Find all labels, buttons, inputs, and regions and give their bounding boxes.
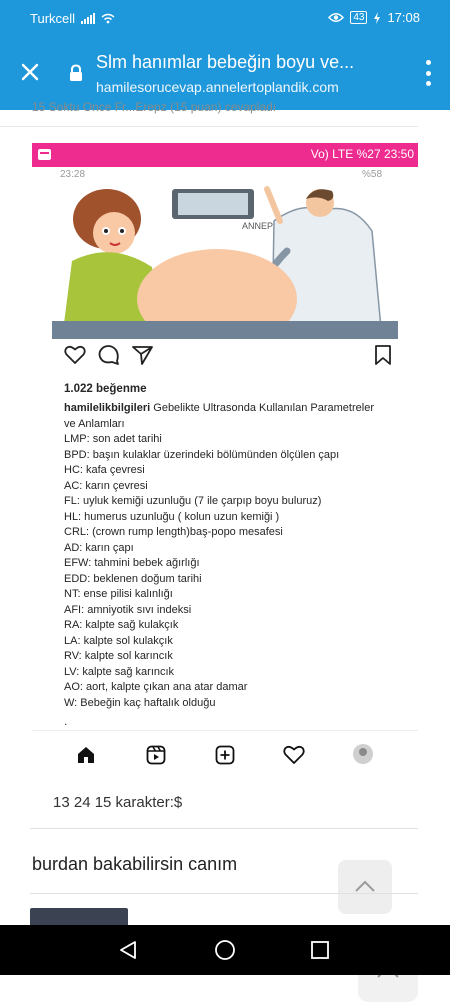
divider bbox=[30, 893, 418, 894]
caption-line: NT: ense pilisi kalınlığı bbox=[64, 588, 173, 600]
caption-line: LV: kalpte sağ karıncık bbox=[64, 665, 175, 678]
charging-icon bbox=[374, 11, 381, 24]
caption-line: LA: kalpte sol kulakçık bbox=[64, 634, 173, 647]
signal-icon bbox=[81, 13, 96, 24]
caption-line: AFI: amniyotik sıvı indeksi bbox=[64, 603, 192, 616]
instagram-bottom-nav bbox=[32, 730, 418, 779]
embedded-network: Vo) LTE bbox=[310, 147, 354, 161]
status-right: 43 17:08 bbox=[328, 10, 420, 25]
embedded-status-info: Vo) LTE %27 23:50 bbox=[311, 147, 414, 161]
caption-line: RV: kalpte sol karıncık bbox=[64, 650, 173, 662]
caption-line: LMP: son adet tarihi bbox=[64, 433, 162, 445]
comment-icon[interactable] bbox=[98, 345, 120, 365]
caption-line: FL: uyluk kemiği uzunluğu (7 ile çarpıp … bbox=[64, 495, 322, 507]
post-actions bbox=[62, 345, 392, 369]
home-circle-icon[interactable] bbox=[214, 939, 236, 961]
caption-first-line: hamilelikbilgileri Gebelikte Ultrasonda … bbox=[64, 401, 394, 417]
post-caption: hamilelikbilgileri Gebelikte Ultrasonda … bbox=[64, 401, 394, 711]
post-username: hamilelikbilgileri bbox=[64, 402, 151, 414]
page-url[interactable]: hamilesorucevap.annelertoplandik.com bbox=[96, 79, 339, 95]
reels-icon[interactable] bbox=[146, 745, 166, 765]
lock-icon bbox=[70, 64, 82, 81]
caption-line: ve Anlamları bbox=[64, 417, 125, 430]
bookmark-icon[interactable] bbox=[374, 345, 392, 365]
answer-text: burdan bakabilirsin canım bbox=[32, 854, 238, 874]
answer-text-chars: 13 24 15 karakter:$ bbox=[53, 794, 183, 811]
battery-indicator: 43 bbox=[350, 11, 368, 24]
share-icon[interactable] bbox=[132, 345, 154, 365]
chevron-up-icon bbox=[355, 880, 375, 892]
caption-line: BPD: başın kulaklar üzerindeki bölümünde… bbox=[64, 448, 340, 461]
caption-line: HL: humerus uzunluğu ( kolun uzun kemiği… bbox=[64, 510, 280, 523]
next-answer-avatar bbox=[30, 908, 128, 925]
caption-line: RA: kalpte sağ kulakçık bbox=[64, 619, 179, 631]
clock: 17:08 bbox=[387, 10, 420, 25]
caption-line: AO: aort, kalpte çıkan ana atar damar bbox=[64, 681, 248, 693]
embedded-time: 23:50 bbox=[383, 147, 414, 161]
home-icon[interactable] bbox=[76, 745, 96, 765]
embedded-battery: %27 bbox=[356, 147, 381, 161]
caption-line: HC: kafa çevresi bbox=[64, 464, 145, 476]
caption-line: EDD: beklenen doğum tarihi bbox=[64, 572, 202, 585]
caption-line: AD: karın çapı bbox=[64, 541, 134, 554]
close-icon[interactable] bbox=[18, 60, 42, 84]
caption-line: EFW: tahmini bebek ağırlığı bbox=[64, 557, 200, 569]
status-bar: Turkcell 43 17:08 bbox=[0, 0, 450, 38]
system-nav-bar bbox=[0, 925, 450, 975]
caption-line: AC: karın çevresi bbox=[64, 479, 148, 492]
activity-heart-icon[interactable] bbox=[283, 745, 305, 765]
trailing-dot: . bbox=[64, 714, 68, 728]
caption-line: W: Bebeğin kaç haftalık olduğu bbox=[64, 696, 216, 709]
app-square-line bbox=[40, 152, 49, 154]
embedded-status-bar: Vo) LTE %27 23:50 bbox=[32, 143, 418, 167]
profile-avatar-icon[interactable] bbox=[352, 743, 374, 765]
ultrasound-illustration: ANNEPENGUEN bbox=[52, 186, 398, 339]
caption-title: Gebelikte Ultrasonda Kullanılan Parametr… bbox=[153, 402, 374, 414]
divider bbox=[30, 828, 418, 829]
embedded-cut-right: %58 bbox=[361, 169, 382, 180]
page-content: 15 Soktu Once Fr...Erepz (15 puan) cevap… bbox=[0, 100, 450, 1002]
back-icon[interactable] bbox=[117, 939, 139, 961]
status-left: Turkcell bbox=[30, 11, 115, 26]
embedded-screenshot[interactable]: Vo) LTE %27 23:50 23:28 %58 ANNEPENGUEN bbox=[32, 143, 418, 799]
wifi-icon bbox=[101, 13, 115, 24]
app-square-icon bbox=[38, 149, 51, 160]
likes-count: 1.022 beğenme bbox=[64, 383, 147, 395]
recents-icon[interactable] bbox=[310, 940, 330, 960]
scroll-up-button[interactable] bbox=[338, 860, 392, 914]
page-title[interactable]: Slm hanımlar bebeğin boyu ve... bbox=[96, 52, 396, 73]
caption-line: CRL: (crown rump length)baş-popo mesafes… bbox=[64, 526, 283, 538]
add-post-icon[interactable] bbox=[215, 745, 235, 765]
embedded-cut-time: 23:28 bbox=[60, 169, 86, 180]
divider bbox=[0, 126, 418, 127]
eye-icon bbox=[328, 13, 345, 22]
more-options-icon[interactable] bbox=[424, 60, 432, 86]
carrier-name: Turkcell bbox=[30, 11, 76, 26]
answer-meta-partial: 15 Soktu Once Fr...Erepz (15 puan) cevap… bbox=[32, 100, 277, 114]
heart-icon[interactable] bbox=[64, 345, 86, 365]
